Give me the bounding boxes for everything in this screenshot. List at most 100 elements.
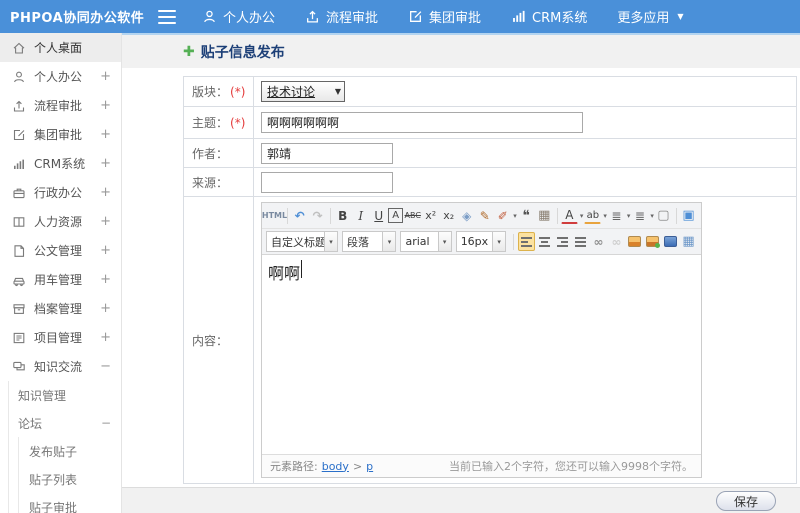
align-right-button[interactable]: [554, 232, 571, 251]
insert-link-button[interactable]: ∞: [590, 232, 607, 251]
sidebar-item-post-list[interactable]: 贴子列表: [19, 465, 121, 493]
bold-button[interactable]: B: [334, 206, 351, 225]
expand-plus-icon[interactable]: +: [100, 69, 111, 84]
chevron-down-icon[interactable]: ▾: [580, 212, 584, 220]
align-justify-icon: [575, 236, 586, 248]
sidebar-item-knowledge-exchange[interactable]: 知识交流 −: [0, 352, 121, 381]
required-mark: (*): [230, 115, 246, 130]
text-cursor: [301, 260, 303, 278]
unordered-list-button[interactable]: ≣: [631, 206, 648, 225]
new-page-button[interactable]: ▢: [655, 206, 672, 225]
chevron-down-icon[interactable]: ▾: [627, 212, 631, 220]
expand-plus-icon[interactable]: +: [100, 272, 111, 287]
blockquote-button[interactable]: ❝: [518, 206, 535, 225]
heading-select[interactable]: 自定义标题 ▾: [266, 231, 338, 252]
expand-plus-icon[interactable]: +: [100, 185, 111, 200]
sidebar-item-personal-office[interactable]: 个人办公 +: [0, 62, 121, 91]
subject-input[interactable]: [261, 112, 583, 133]
chat-bubbles-icon: [12, 360, 34, 374]
sidebar-item-post-create[interactable]: 发布贴子: [19, 437, 121, 465]
sidebar-item-post-approval[interactable]: 贴子审批: [19, 493, 121, 513]
paragraph-select[interactable]: 段落 ▾: [342, 231, 397, 252]
fill-color-button[interactable]: ✐: [494, 206, 511, 225]
font-size-select[interactable]: 16px ▾: [455, 231, 507, 252]
chevron-down-icon: ▾: [437, 232, 451, 251]
expand-plus-icon[interactable]: +: [100, 301, 111, 316]
ordered-list-button[interactable]: ≣: [608, 206, 625, 225]
editor-content-area[interactable]: 啊啊: [262, 255, 701, 454]
chevron-down-icon[interactable]: ▾: [650, 212, 654, 220]
path-p-link[interactable]: p: [366, 460, 373, 473]
expand-plus-icon[interactable]: +: [100, 214, 111, 229]
align-left-button[interactable]: [518, 232, 535, 251]
sidebar-item-knowledge-mgmt[interactable]: 知识管理: [9, 381, 121, 409]
font-color-button[interactable]: A: [560, 208, 578, 224]
chevron-down-icon[interactable]: ▾: [603, 212, 607, 220]
nav-crm-system[interactable]: CRM系统: [511, 7, 587, 26]
align-justify-button[interactable]: [572, 232, 589, 251]
highlight-color-button[interactable]: ab: [584, 208, 602, 224]
eraser-button[interactable]: ◈: [458, 206, 475, 225]
editor-text: 啊啊: [268, 264, 301, 283]
chevron-down-icon: ▾: [324, 232, 337, 251]
board-select[interactable]: 技术讨论 ▼: [261, 81, 345, 102]
sidebar-item-projects[interactable]: 项目管理 +: [0, 323, 121, 352]
insert-image-button[interactable]: [626, 232, 643, 251]
underline-button[interactable]: U: [370, 206, 387, 225]
bar-chart-icon: [511, 9, 526, 24]
collapse-minus-icon[interactable]: −: [101, 416, 111, 430]
sidebar-item-documents[interactable]: 公文管理 +: [0, 236, 121, 265]
strikethrough-button[interactable]: ABC: [404, 206, 421, 225]
expand-plus-icon[interactable]: +: [100, 243, 111, 258]
sidebar-item-workflow-approval[interactable]: 流程审批 +: [0, 91, 121, 120]
upload-image-button[interactable]: [644, 232, 661, 251]
expand-plus-icon[interactable]: +: [100, 98, 111, 113]
font-size-select-value: 16px: [460, 235, 489, 248]
page-title: 贴子信息发布: [200, 44, 285, 61]
collapse-minus-icon[interactable]: −: [100, 359, 111, 374]
redo-button[interactable]: ↷: [309, 206, 326, 225]
expand-plus-icon[interactable]: +: [100, 330, 111, 345]
clipboard-button[interactable]: ▦: [536, 206, 553, 225]
align-right-icon: [557, 236, 568, 248]
chevron-down-icon[interactable]: ▾: [513, 212, 517, 220]
sidebar-item-hr[interactable]: 人力资源 +: [0, 207, 121, 236]
nav-personal-office[interactable]: 个人办公: [202, 7, 275, 26]
author-input[interactable]: [261, 142, 393, 164]
sidebar-item-archives[interactable]: 档案管理 +: [0, 294, 121, 323]
sidebar-item-vehicles[interactable]: 用车管理 +: [0, 265, 121, 294]
align-center-button[interactable]: [536, 232, 553, 251]
font-family-select[interactable]: arial ▾: [400, 231, 452, 252]
source-input[interactable]: [261, 171, 393, 193]
format-brush-button[interactable]: ✎: [476, 206, 493, 225]
source-code-button[interactable]: HTML: [262, 206, 287, 225]
font-style-button[interactable]: A: [388, 208, 404, 223]
superscript-button[interactable]: x²: [422, 206, 439, 225]
sidebar-item-forum[interactable]: 论坛 −: [9, 409, 121, 437]
italic-button[interactable]: I: [352, 206, 369, 225]
nav-more-apps[interactable]: 更多应用 ▼: [617, 7, 683, 26]
board-select-value: 技术讨论: [267, 85, 316, 99]
save-button[interactable]: 保存: [716, 491, 776, 511]
insert-table-button[interactable]: ▦: [680, 232, 697, 251]
sidebar-item-desktop[interactable]: 个人桌面: [0, 33, 121, 62]
sidebar-item-group-approval[interactable]: 集团审批 +: [0, 120, 121, 149]
subscript-button[interactable]: x₂: [440, 206, 457, 225]
nav-group-approval[interactable]: 集团审批: [408, 7, 481, 26]
nav-label: 个人办公: [223, 11, 276, 26]
sidebar-item-admin-office[interactable]: 行政办公 +: [0, 178, 121, 207]
sidebar-item-crm[interactable]: CRM系统 +: [0, 149, 121, 178]
expand-plus-icon[interactable]: +: [100, 127, 111, 142]
sidebar-item-label: 贴子列表: [29, 472, 78, 487]
insert-media-button[interactable]: [662, 232, 679, 251]
expand-plus-icon[interactable]: +: [100, 156, 111, 171]
align-left-icon: [521, 236, 532, 248]
remove-link-button[interactable]: ∞: [608, 232, 625, 251]
form-row-author: 作者：: [184, 139, 796, 168]
hamburger-menu-icon[interactable]: [158, 9, 176, 24]
path-body-link[interactable]: body: [322, 460, 349, 473]
fullscreen-button[interactable]: ▣: [680, 206, 697, 225]
nav-workflow-approval[interactable]: 流程审批: [305, 7, 378, 26]
undo-button[interactable]: ↶: [291, 206, 308, 225]
sidebar-item-label: 知识交流: [34, 360, 83, 374]
